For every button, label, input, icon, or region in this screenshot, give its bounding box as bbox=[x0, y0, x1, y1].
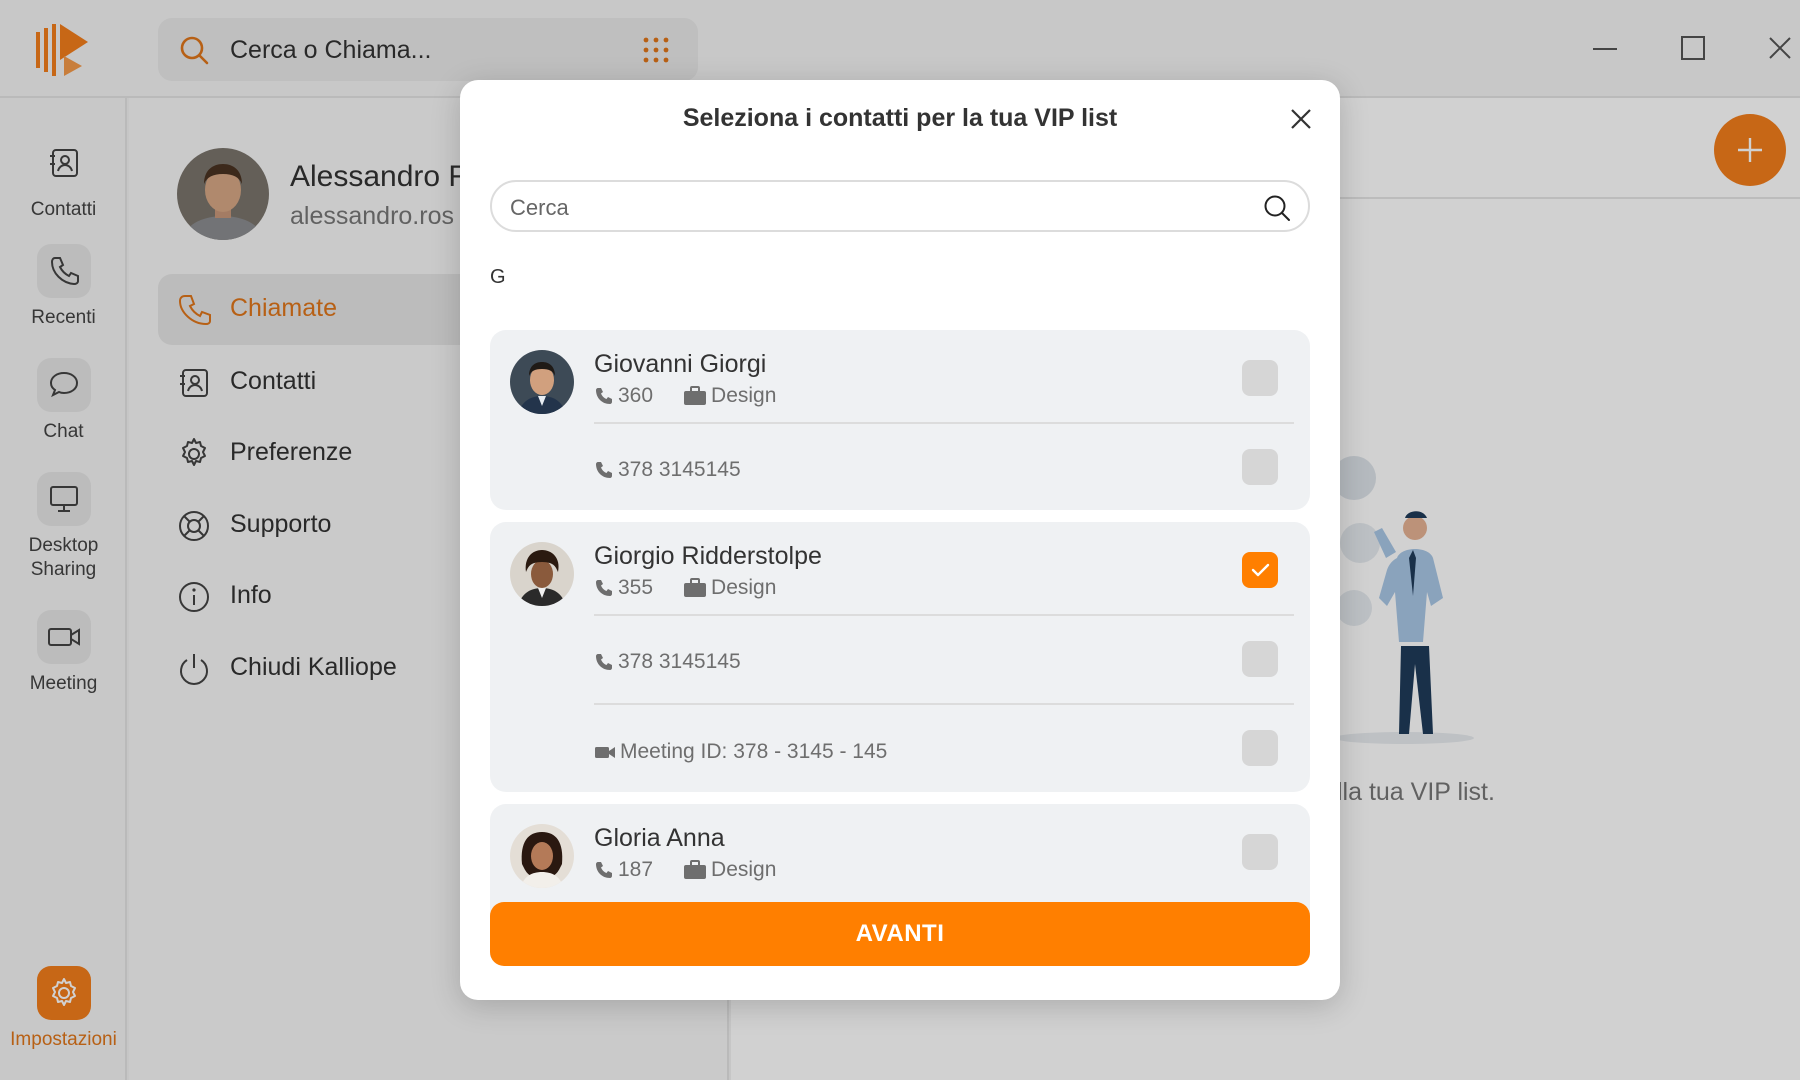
contact-name: Giorgio Ridderstolpe bbox=[594, 542, 822, 570]
divider bbox=[594, 703, 1294, 705]
contact-name: Gloria Anna bbox=[594, 824, 725, 852]
avatar bbox=[510, 542, 574, 606]
number-row: 378 3145145 bbox=[594, 650, 741, 674]
number-value: 378 3145145 bbox=[618, 458, 741, 481]
number-checkbox[interactable] bbox=[1242, 449, 1278, 485]
phone-icon bbox=[596, 388, 612, 404]
contact-extension: 360 bbox=[618, 384, 654, 407]
contact-meta: 355 Design bbox=[594, 576, 776, 600]
briefcase-icon bbox=[684, 578, 707, 597]
section-letter: G bbox=[490, 266, 506, 288]
number-checkbox[interactable] bbox=[1242, 641, 1278, 677]
close-icon[interactable] bbox=[1288, 106, 1314, 132]
contact-department: Design bbox=[711, 384, 777, 407]
briefcase-icon bbox=[684, 386, 707, 405]
checkmark-icon bbox=[1251, 563, 1270, 577]
contact-card-giovanni-giorgi: Giovanni Giorgi 360 Design 378 3145145 bbox=[490, 330, 1310, 510]
divider bbox=[594, 614, 1294, 616]
briefcase-icon bbox=[684, 860, 707, 879]
video-camera-icon bbox=[595, 747, 615, 758]
vip-select-dialog: Seleziona i contatti per la tua VIP list… bbox=[460, 80, 1340, 1000]
phone-icon bbox=[596, 580, 612, 596]
divider bbox=[594, 422, 1294, 424]
contact-meta: 187 Design bbox=[594, 858, 776, 882]
contact-search-input[interactable]: Cerca bbox=[490, 180, 1310, 232]
search-icon bbox=[1264, 195, 1290, 221]
contact-checkbox[interactable] bbox=[1242, 360, 1278, 396]
phone-icon bbox=[596, 654, 612, 670]
contact-extension: 355 bbox=[618, 576, 654, 599]
meeting-checkbox[interactable] bbox=[1242, 730, 1278, 766]
dialog-title: Seleziona i contatti per la tua VIP list bbox=[682, 104, 1118, 132]
contact-meta: 360 Design bbox=[594, 384, 776, 408]
contact-checkbox[interactable] bbox=[1242, 834, 1278, 870]
contact-department: Design bbox=[711, 576, 777, 599]
contact-extension: 187 bbox=[618, 858, 654, 881]
contact-list[interactable]: Giovanni Giorgi 360 Design 378 3145145 G… bbox=[490, 330, 1310, 957]
phone-icon bbox=[596, 862, 612, 878]
contact-card-giorgio-ridderstolpe: Giorgio Ridderstolpe 355 Design 378 3145… bbox=[490, 522, 1310, 792]
contact-name: Giovanni Giorgi bbox=[594, 350, 767, 378]
meeting-row: Meeting ID: 378 - 3145 - 145 bbox=[594, 740, 887, 764]
number-row: 378 3145145 bbox=[594, 458, 741, 482]
next-button[interactable]: AVANTI bbox=[490, 902, 1310, 966]
contact-checkbox[interactable] bbox=[1242, 552, 1278, 588]
meeting-id: Meeting ID: 378 - 3145 - 145 bbox=[620, 740, 888, 763]
contact-department: Design bbox=[711, 858, 777, 881]
avatar bbox=[510, 824, 574, 888]
phone-icon bbox=[596, 462, 612, 478]
contact-search-placeholder: Cerca bbox=[510, 195, 569, 220]
avatar bbox=[510, 350, 574, 414]
number-value: 378 3145145 bbox=[618, 650, 741, 673]
